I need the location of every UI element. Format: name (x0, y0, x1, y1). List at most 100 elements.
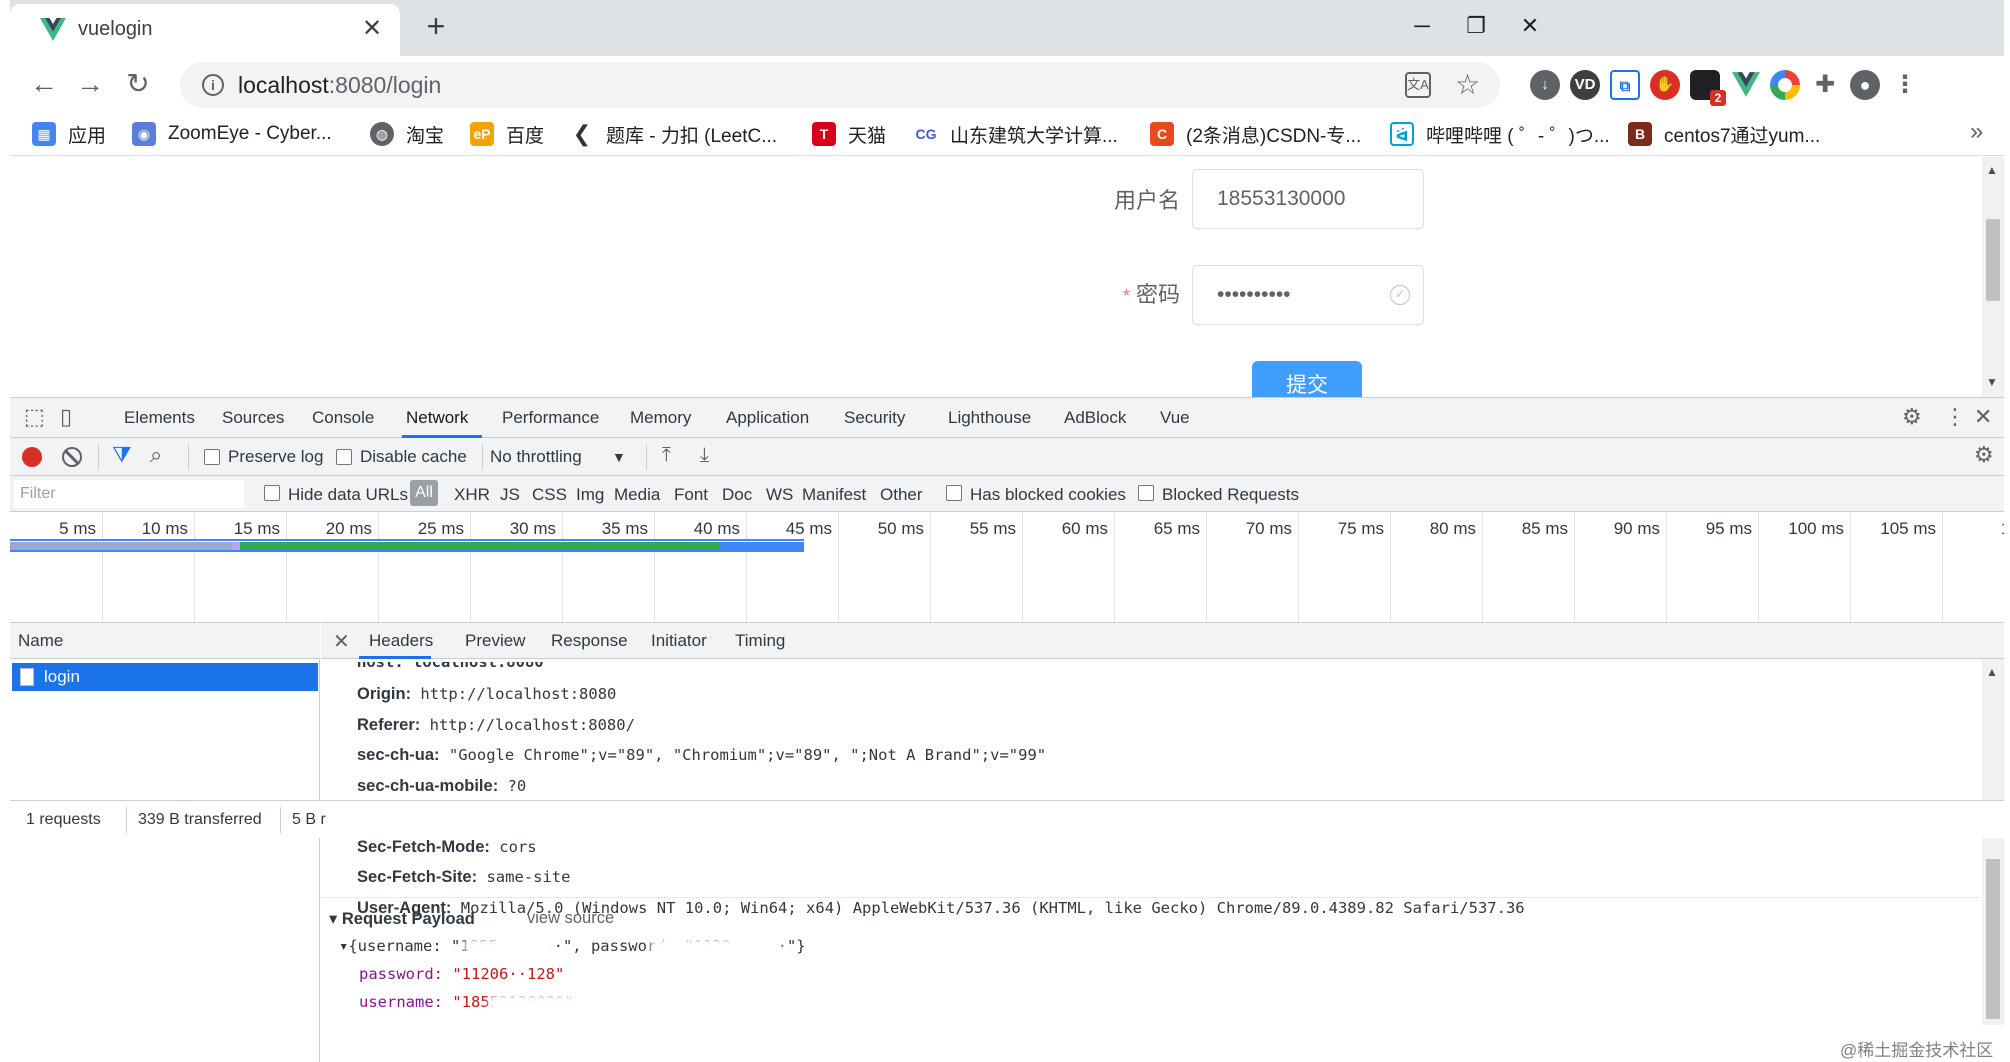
devtools-tab-adblock[interactable]: AdBlock (1064, 408, 1126, 428)
type-filter-css[interactable]: CSS (532, 485, 567, 505)
bookmark-csdn[interactable]: C (2条消息)CSDN-专... (1150, 120, 1361, 148)
devtools-tab-lighthouse[interactable]: Lighthouse (948, 408, 1031, 428)
clear-icon[interactable] (62, 447, 82, 467)
adblock-extension-icon[interactable]: ✋ (1650, 70, 1680, 100)
tab-close-icon[interactable]: ✕ (358, 14, 386, 43)
blocked-requests-checkbox[interactable] (1138, 485, 1154, 501)
devtools-tab-security[interactable]: Security (844, 408, 905, 428)
chevron-down-icon[interactable]: ▼ (612, 449, 626, 465)
url-text[interactable]: localhost:8080/login (238, 72, 441, 99)
type-filter-font[interactable]: Font (674, 485, 708, 505)
bookmark-baidu[interactable]: eP 百度 (470, 120, 544, 148)
browser-tab[interactable]: vuelogin ✕ (10, 4, 400, 56)
bookmark-centos[interactable]: Bcentos7通过yum... (1628, 120, 1820, 148)
network-settings-gear-icon[interactable]: ⚙ (1974, 442, 1994, 468)
throttling-select[interactable]: No throttling (490, 447, 582, 467)
type-filter-media[interactable]: Media (614, 485, 660, 505)
preserve-log-checkbox[interactable] (204, 449, 220, 465)
site-info-icon[interactable]: i (202, 74, 224, 96)
extensions-puzzle-icon[interactable]: ✚ (1810, 70, 1840, 100)
close-detail-icon[interactable]: ✕ (333, 629, 350, 654)
devtools-tab-elements[interactable]: Elements (124, 408, 195, 428)
scroll-down-arrow-icon[interactable]: ▼ (1986, 375, 1998, 389)
translate-icon[interactable]: 文A (1405, 72, 1431, 98)
timeline-tick-line (1022, 512, 1023, 622)
import-har-icon[interactable]: ⤒ (662, 444, 671, 467)
address-bar[interactable]: i localhost:8080/login 文A ☆ (180, 62, 1500, 108)
forward-arrow-icon[interactable]: → (72, 66, 108, 102)
badge-extension-icon[interactable]: 2 (1690, 70, 1726, 106)
reload-icon[interactable]: ↻ (120, 66, 156, 102)
devtools-tab-network[interactable]: Network (406, 408, 468, 428)
bookmark-sdjzu[interactable]: CG 山东建筑大学计算... (914, 120, 1118, 148)
detail-tab-timing[interactable]: Timing (735, 631, 785, 651)
bookmark-leetcode[interactable]: ❮ 题库 - 力扣 (LeetC... (570, 120, 777, 148)
close-window-button[interactable]: ✕ (1510, 8, 1550, 44)
type-filter-all[interactable]: All (410, 480, 438, 506)
download-extension-icon[interactable]: ↓ (1530, 70, 1560, 100)
disable-cache-checkbox[interactable] (336, 449, 352, 465)
restore-button[interactable]: ❐ (1456, 8, 1496, 44)
search-icon[interactable]: ⌕ (150, 442, 162, 468)
bookmark-star-icon[interactable]: ☆ (1455, 68, 1480, 101)
page-scrollbar[interactable]: ▲ ▼ (1982, 157, 2004, 397)
type-filter-ws[interactable]: WS (766, 485, 793, 505)
scroll-up-arrow-icon[interactable]: ▲ (1986, 163, 1998, 177)
filter-input[interactable]: Filter (14, 480, 244, 508)
detail-tab-response[interactable]: Response (551, 631, 628, 651)
devtools-tab-vue[interactable]: Vue (1160, 408, 1190, 428)
devtools-panel: ⬚ ▯ Elements Sources Console Network Per… (10, 397, 2004, 1062)
inspect-element-icon[interactable]: ⬚ (24, 404, 45, 430)
devtools-tab-memory[interactable]: Memory (630, 408, 691, 428)
bookmark-zoomeye[interactable]: ◉ ZoomEye - Cyber... (132, 120, 332, 148)
vd-extension-icon[interactable]: VD (1570, 70, 1600, 100)
colorful-ring-extension-icon[interactable] (1770, 70, 1800, 100)
devtools-menu-icon[interactable]: ⋮ (1944, 404, 1966, 430)
devtools-tab-application[interactable]: Application (726, 408, 809, 428)
bookmark-taobao[interactable]: ◍ 淘宝 (370, 120, 444, 148)
type-filter-doc[interactable]: Doc (722, 485, 752, 505)
devtools-tab-sources[interactable]: Sources (222, 408, 284, 428)
minimize-button[interactable]: ─ (1402, 8, 1442, 44)
detail-tab-preview[interactable]: Preview (465, 631, 525, 651)
submit-button[interactable]: 提交 (1252, 361, 1362, 397)
request-payload-title[interactable]: ▾ Request Payload (329, 909, 475, 929)
type-filter-img[interactable]: Img (576, 485, 604, 505)
type-filter-other[interactable]: Other (880, 485, 923, 505)
page-scrollbar-thumb[interactable] (1986, 219, 2000, 301)
profile-avatar-icon[interactable]: ● (1850, 70, 1880, 100)
vue-devtools-extension-icon[interactable] (1732, 72, 1760, 98)
menu-kebab-icon[interactable]: ⋮ (1890, 70, 1920, 100)
new-tab-button[interactable]: + (418, 8, 454, 45)
copy-extension-icon[interactable]: ⧉ (1610, 70, 1640, 100)
type-filter-xhr[interactable]: XHR (454, 485, 490, 505)
device-toggle-icon[interactable]: ▯ (60, 404, 72, 430)
request-row-login[interactable]: login (12, 663, 318, 691)
detail-scroll-up-icon[interactable]: ▲ (1986, 665, 1998, 679)
export-har-icon[interactable]: ⤓ (700, 444, 709, 467)
detail-scrollbar[interactable]: ▲ (1982, 659, 2004, 1025)
detail-scrollbar-thumb[interactable] (1986, 859, 2000, 1019)
type-filter-manifest[interactable]: Manifest (802, 485, 866, 505)
type-filter-js[interactable]: JS (500, 485, 520, 505)
view-source-link[interactable]: view source (527, 909, 614, 928)
hide-data-urls-checkbox[interactable] (264, 485, 280, 501)
close-devtools-icon[interactable]: ✕ (1974, 404, 1992, 430)
more-bookmarks-icon[interactable]: » (1970, 118, 1983, 146)
bookmark-apps[interactable]: ▦ 应用 (32, 120, 106, 148)
name-column-header[interactable]: Name (10, 623, 320, 659)
devtools-tab-performance[interactable]: Performance (502, 408, 599, 428)
detail-tab-initiator[interactable]: Initiator (651, 631, 707, 651)
devtools-tab-console[interactable]: Console (312, 408, 374, 428)
username-input[interactable]: 18553130000 (1192, 169, 1424, 229)
timeline-tick-label: 85 ms (1521, 519, 1568, 538)
bookmark-bilibili[interactable]: ᐛ 哔哩哔哩 ( ゜- ゜)つ... (1390, 120, 1610, 148)
back-arrow-icon[interactable]: ← (26, 66, 62, 102)
record-icon[interactable] (22, 447, 42, 467)
network-overview-timeline[interactable]: 5 ms 10 ms 15 ms 20 ms 25 ms 30 ms 35 ms 40 ms 4… (10, 512, 2004, 623)
detail-tab-headers[interactable]: Headers (369, 631, 433, 651)
has-blocked-cookies-checkbox[interactable] (946, 485, 962, 501)
bookmark-tmall[interactable]: T 天猫 (812, 120, 886, 148)
filter-funnel-icon[interactable]: ⧩ (112, 442, 132, 468)
settings-gear-icon[interactable]: ⚙ (1902, 404, 1922, 430)
